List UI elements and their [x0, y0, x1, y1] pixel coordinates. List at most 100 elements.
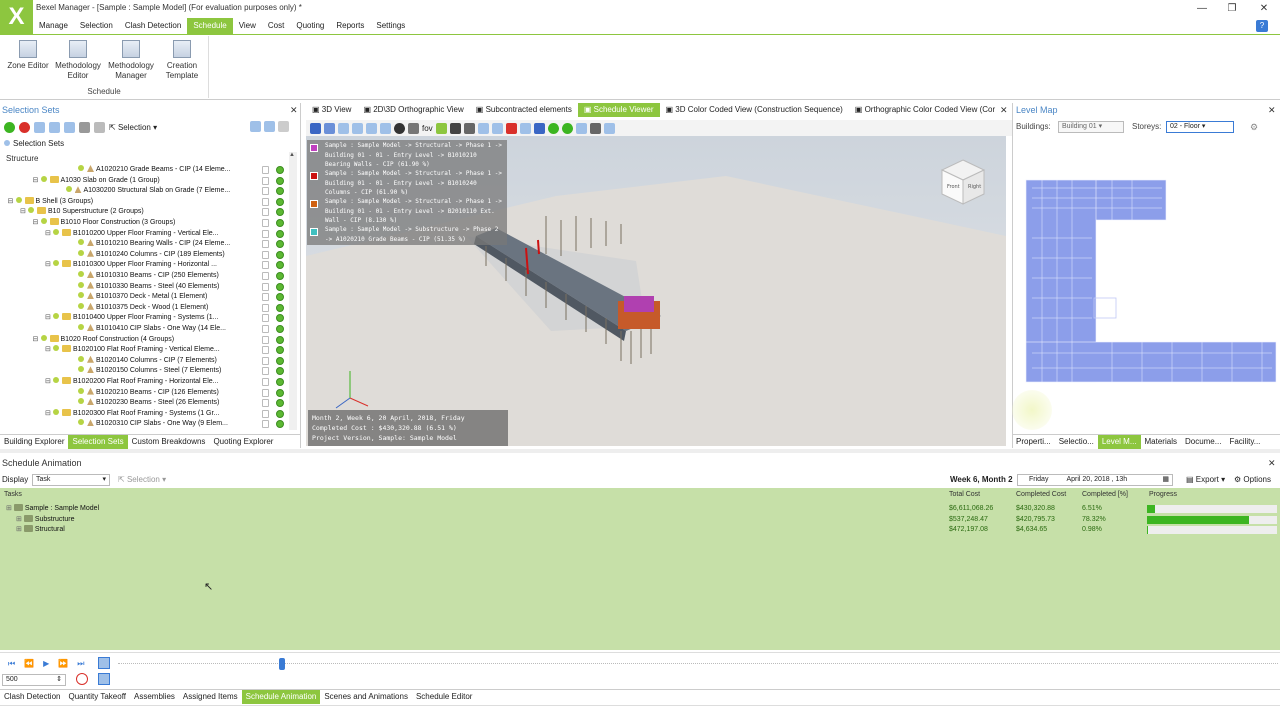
box-select-icon[interactable]: [338, 122, 349, 134]
tree-node[interactable]: B1020310 CIP Slabs - One Way (9 Elem...: [0, 419, 290, 430]
timeline-track[interactable]: [118, 663, 1278, 664]
next-frame-icon[interactable]: ⏩: [58, 659, 77, 668]
render-mode-icon[interactable]: [394, 122, 405, 134]
visibility-bullet-icon[interactable]: [40, 175, 47, 182]
cube-side-icon[interactable]: [380, 122, 391, 134]
menu-settings[interactable]: Settings: [370, 18, 411, 34]
status-dot-icon[interactable]: [276, 219, 284, 227]
tab-3d-view[interactable]: ▣ 3D View: [306, 103, 357, 117]
tree-node[interactable]: B1010375 Deck - Wood (1 Element): [0, 302, 290, 314]
display-select[interactable]: Task ▾: [32, 474, 110, 486]
tree-node[interactable]: ⊟ B10 Superstructure (2 Groups): [0, 207, 290, 218]
visibility-bullet-icon[interactable]: [78, 355, 84, 362]
tab-selection-sets[interactable]: Selection Sets: [68, 435, 128, 449]
timeline-zoom-icon[interactable]: [98, 657, 110, 669]
lock-icon[interactable]: [262, 293, 269, 302]
task-row[interactable]: ⊞ Sample : Sample Model: [6, 504, 99, 514]
close-window-button[interactable]: ✕: [1254, 3, 1274, 14]
walk-icon[interactable]: [533, 122, 545, 134]
expand-toggle-icon[interactable]: ⊟: [8, 197, 16, 208]
tree-node[interactable]: B1020140 Columns - CIP (7 Elements): [0, 355, 290, 367]
visibility-bullet-icon[interactable]: [78, 281, 84, 288]
visibility-icon[interactable]: [547, 122, 559, 134]
visibility-bullet-icon[interactable]: [40, 334, 47, 341]
tab-quoting-explorer[interactable]: Quoting Explorer: [209, 435, 277, 449]
clip-icon[interactable]: [505, 122, 517, 134]
tree-node[interactable]: ⊟ B1010400 Upper Floor Framing - Systems …: [0, 313, 290, 324]
visibility-bullet-icon[interactable]: [78, 271, 84, 277]
new-folder-icon[interactable]: [34, 121, 45, 133]
floor-plan[interactable]: [1022, 178, 1278, 384]
lock-icon[interactable]: [262, 420, 269, 429]
storeys-select[interactable]: 02 - Floor ▾: [1166, 121, 1234, 133]
expand-icon[interactable]: [250, 121, 261, 132]
tree-node[interactable]: ⊟ A1030 Slab on Grade (1 Group): [0, 175, 290, 187]
lock-icon[interactable]: [262, 219, 269, 227]
expand-toggle-icon[interactable]: ⊟: [45, 345, 53, 356]
tree-node[interactable]: B1020210 Beams - CIP (126 Elements): [0, 387, 290, 399]
tab-subcontracted-elements[interactable]: ▣ Subcontracted elements: [470, 103, 578, 117]
lock-icon[interactable]: [262, 409, 269, 418]
lock-icon[interactable]: [262, 229, 269, 238]
lock-icon[interactable]: [262, 197, 269, 206]
lock-icon[interactable]: [262, 335, 269, 344]
menu-reports[interactable]: Reports: [330, 18, 370, 34]
tree-node[interactable]: ⊟ B1010300 Upper Floor Framing - Horizont…: [0, 260, 290, 271]
visibility-bullet-icon[interactable]: [78, 419, 84, 426]
cube-top-icon[interactable]: [366, 122, 377, 134]
status-dot-icon[interactable]: [276, 166, 284, 174]
status-dot-icon[interactable]: [276, 388, 284, 397]
status-dot-icon[interactable]: [276, 282, 284, 291]
expand-toggle-icon[interactable]: ⊟: [45, 260, 53, 271]
lock-icon[interactable]: [262, 378, 269, 386]
copy-icon[interactable]: [64, 121, 75, 133]
tab-assigned-items[interactable]: Assigned Items: [179, 690, 242, 704]
tree-node[interactable]: A1020210 Grade Beams - CIP (14 Eleme...: [0, 165, 290, 176]
status-dot-icon[interactable]: [276, 176, 284, 185]
maximize-button[interactable]: ❐: [1222, 3, 1242, 14]
tab-properti[interactable]: Properti...: [1012, 435, 1055, 449]
tree-node[interactable]: B1010330 Beams - Steel (40 Elements): [0, 281, 290, 293]
status-dot-icon[interactable]: [276, 409, 284, 418]
isolate-icon[interactable]: [463, 122, 475, 134]
status-dot-icon[interactable]: [276, 335, 284, 344]
expand-toggle-icon[interactable]: ⊟: [33, 218, 41, 229]
zoom-extents-icon[interactable]: [477, 122, 489, 134]
lock-icon[interactable]: [262, 250, 269, 259]
prev-frame-icon[interactable]: ⏪: [24, 659, 43, 668]
tree-node[interactable]: ⊟ B1020200 Flat Roof Framing - Horizontal…: [0, 377, 290, 388]
visibility-bullet-icon[interactable]: [53, 228, 59, 235]
tree-scrollbar[interactable]: ▲: [289, 152, 297, 430]
creation-template-button[interactable]: Creation Template: [156, 40, 208, 81]
remove-set-icon[interactable]: [19, 121, 30, 133]
tree-node[interactable]: B1020150 Columns - Steel (7 Elements): [0, 366, 290, 377]
status-dot-icon[interactable]: [276, 378, 284, 386]
close-viewport-icon[interactable]: ✕: [1000, 105, 1008, 116]
close-animation-icon[interactable]: ✕: [1268, 458, 1276, 469]
timeline-thumb[interactable]: [278, 658, 285, 670]
close-panel-icon[interactable]: ✕: [290, 105, 298, 116]
expand-toggle-icon[interactable]: ⊟: [33, 335, 41, 346]
tree-node[interactable]: B1010240 Columns - CIP (189 Elements): [0, 249, 290, 261]
visibility-bullet-icon[interactable]: [78, 324, 84, 330]
tab-schedule-editor[interactable]: Schedule Editor: [412, 690, 476, 704]
first-frame-icon[interactable]: ⏮: [8, 659, 24, 668]
visibility-bullet-icon[interactable]: [78, 366, 84, 373]
status-dot-icon[interactable]: [276, 356, 284, 365]
visibility-bullet-icon[interactable]: [53, 313, 59, 320]
task-row[interactable]: ⊞ Substructure: [16, 514, 75, 525]
tab-clash-detection[interactable]: Clash Detection: [0, 690, 64, 704]
menu-quoting[interactable]: Quoting: [290, 18, 330, 34]
filter-icon[interactable]: [79, 121, 90, 133]
calendar-icon[interactable]: ▦: [1162, 475, 1169, 485]
tab-quantity-takeoff[interactable]: Quantity Takeoff: [64, 690, 130, 704]
section-icon[interactable]: [435, 122, 447, 134]
tree-node[interactable]: B1020230 Beams - Steel (26 Elements): [0, 398, 290, 409]
buildings-select[interactable]: Building 01 ▾: [1058, 121, 1124, 133]
tab-materials[interactable]: Materials: [1141, 435, 1181, 449]
visibility-bullet-icon[interactable]: [53, 345, 59, 352]
lock-icon[interactable]: [262, 367, 269, 376]
expand-toggle-icon[interactable]: ⊟: [33, 176, 41, 187]
orbit-icon[interactable]: [491, 122, 503, 134]
lock-icon[interactable]: [262, 166, 269, 174]
